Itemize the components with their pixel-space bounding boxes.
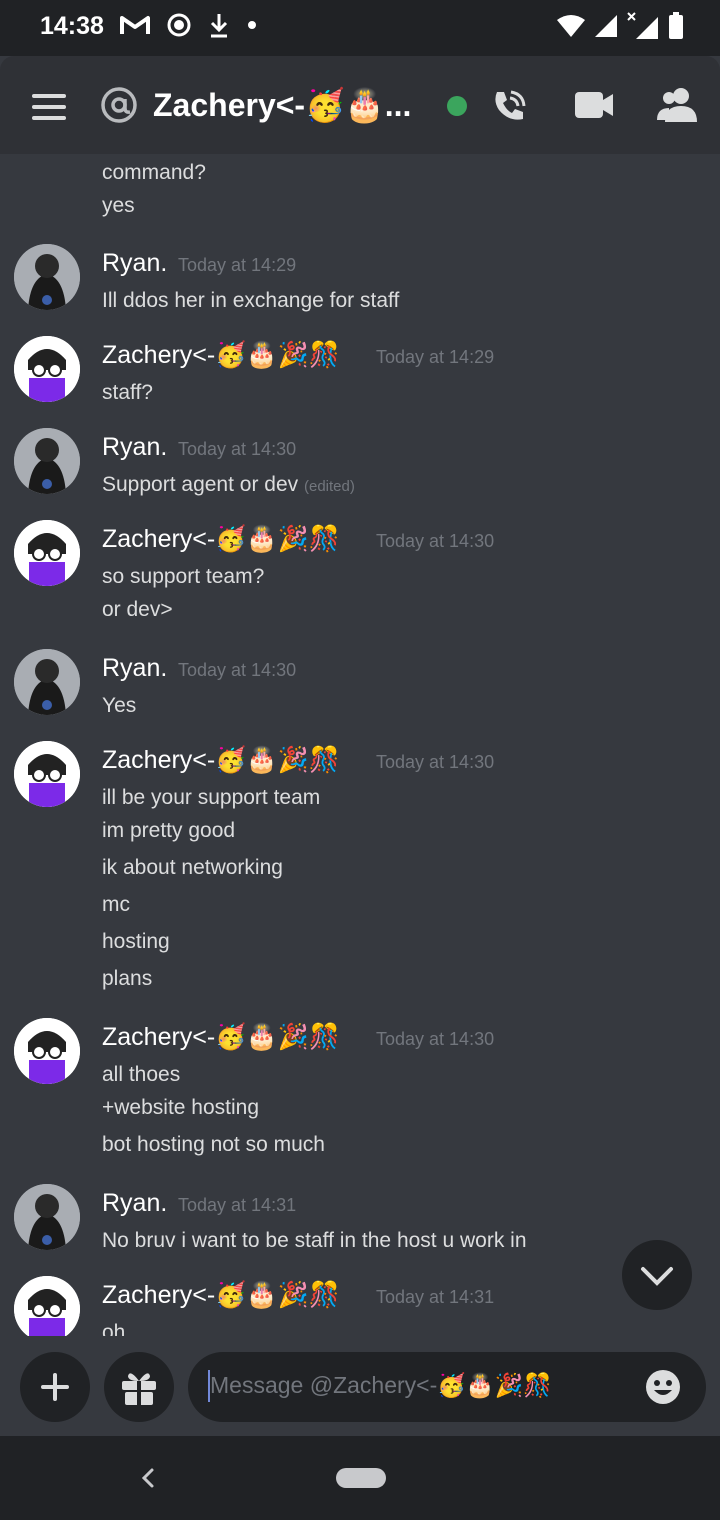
online-status-dot: [447, 96, 467, 116]
hamburger-icon[interactable]: [32, 94, 66, 120]
avatar-zachery[interactable]: [14, 1018, 80, 1084]
add-attachment-button[interactable]: [20, 1352, 90, 1422]
status-bar: 14:38: [0, 0, 720, 56]
message-timestamp: Today at 14:29: [178, 255, 297, 275]
message-author[interactable]: Ryan.: [102, 431, 167, 463]
gift-icon: [122, 1373, 156, 1405]
system-icons: [556, 12, 684, 40]
message-line: command?: [102, 161, 206, 184]
message-author[interactable]: Ryan.: [102, 247, 167, 279]
message-author[interactable]: Zachery<-🥳🎂🎉🎊: [102, 744, 340, 776]
message-input-placeholder: Message @Zachery<-🥳🎂🎉🎊: [210, 1372, 552, 1398]
gift-button[interactable]: [104, 1352, 174, 1422]
message-line: hosting: [102, 930, 170, 953]
jump-to-present-button[interactable]: [622, 1240, 692, 1310]
message-line: or dev>: [102, 598, 173, 621]
message-line: so support team?: [102, 565, 265, 588]
avatar-zachery[interactable]: [14, 1276, 80, 1336]
message-author[interactable]: Zachery<-🥳🎂🎉🎊: [102, 339, 340, 371]
message-line: Support agent or dev (edited): [102, 471, 355, 501]
home-button[interactable]: [336, 1468, 386, 1488]
message-text: Support agent or dev: [102, 473, 299, 496]
message-line: Ill ddos her in exchange for staff: [102, 289, 400, 312]
avatar-ryan[interactable]: [14, 1184, 80, 1250]
members-icon[interactable]: [657, 86, 697, 124]
gmail-icon: [120, 16, 150, 34]
message-line: plans: [102, 967, 153, 990]
avatar-ryan[interactable]: [14, 428, 80, 494]
message-line: staff?: [102, 381, 153, 404]
signal-icon: [595, 15, 617, 37]
message-line: yes: [102, 194, 135, 217]
emoji-icon[interactable]: [644, 1368, 682, 1406]
avatar-zachery[interactable]: [14, 336, 80, 402]
video-camera-icon[interactable]: [574, 90, 614, 120]
avatar-zachery[interactable]: [14, 741, 80, 807]
message-line: im pretty good: [102, 819, 236, 842]
message-line: No bruv i want to be staff in the host u…: [102, 1229, 527, 1252]
avatar-zachery[interactable]: [14, 520, 80, 586]
notification-icons: [120, 12, 258, 38]
message-author[interactable]: Zachery<-🥳🎂🎉🎊: [102, 523, 340, 555]
phone-call-icon[interactable]: [489, 86, 529, 126]
edited-label: (edited): [303, 478, 355, 495]
avatar-ryan[interactable]: [14, 244, 80, 310]
message-line: ik about networking: [102, 856, 283, 879]
message-line: ill be your support team: [102, 786, 321, 809]
message-timestamp: Today at 14:30: [178, 439, 297, 459]
message-author[interactable]: Ryan.: [102, 652, 167, 684]
plus-icon: [41, 1373, 69, 1401]
status-time: 14:38: [40, 12, 104, 40]
channel-header: Zachery<-🥳🎂...: [0, 56, 720, 154]
message-timestamp: Today at 14:31: [178, 1195, 297, 1215]
message-line: all thoes: [102, 1063, 181, 1086]
message-line: Yes: [102, 694, 137, 717]
record-icon: [167, 13, 191, 37]
message-author[interactable]: Ryan.: [102, 1187, 167, 1219]
message-timestamp: Today at 14:30: [376, 1029, 495, 1049]
message-timestamp: Today at 14:30: [178, 660, 297, 680]
message-input[interactable]: Message @Zachery<-🥳🎂🎉🎊: [188, 1352, 706, 1422]
message-timestamp: Today at 14:29: [376, 347, 495, 367]
battery-icon: [669, 12, 683, 39]
message-timestamp: Today at 14:31: [376, 1287, 495, 1307]
signal-x-icon: [627, 12, 658, 39]
at-icon: [101, 87, 137, 123]
dot-icon: [248, 21, 256, 29]
message-timestamp: Today at 14:30: [376, 531, 495, 551]
message-line: oh: [102, 1321, 126, 1336]
chevron-down-icon: [641, 1267, 673, 1286]
back-chevron-icon[interactable]: [138, 1464, 158, 1492]
message-line: +website hosting: [102, 1096, 260, 1119]
download-icon: [210, 14, 228, 38]
wifi-icon: [557, 15, 585, 37]
message-line: mc: [102, 893, 130, 916]
dm-title: Zachery<-🥳🎂...: [153, 87, 412, 123]
message-author[interactable]: Zachery<-🥳🎂🎉🎊: [102, 1279, 340, 1311]
message-author[interactable]: Zachery<-🥳🎂🎉🎊: [102, 1021, 340, 1053]
message-line: bot hosting not so much: [102, 1133, 325, 1156]
message-list[interactable]: command? yes Ryan. Today at 14:29 Ill dd…: [0, 154, 720, 1336]
message-timestamp: Today at 14:30: [376, 752, 495, 772]
avatar-ryan[interactable]: [14, 649, 80, 715]
